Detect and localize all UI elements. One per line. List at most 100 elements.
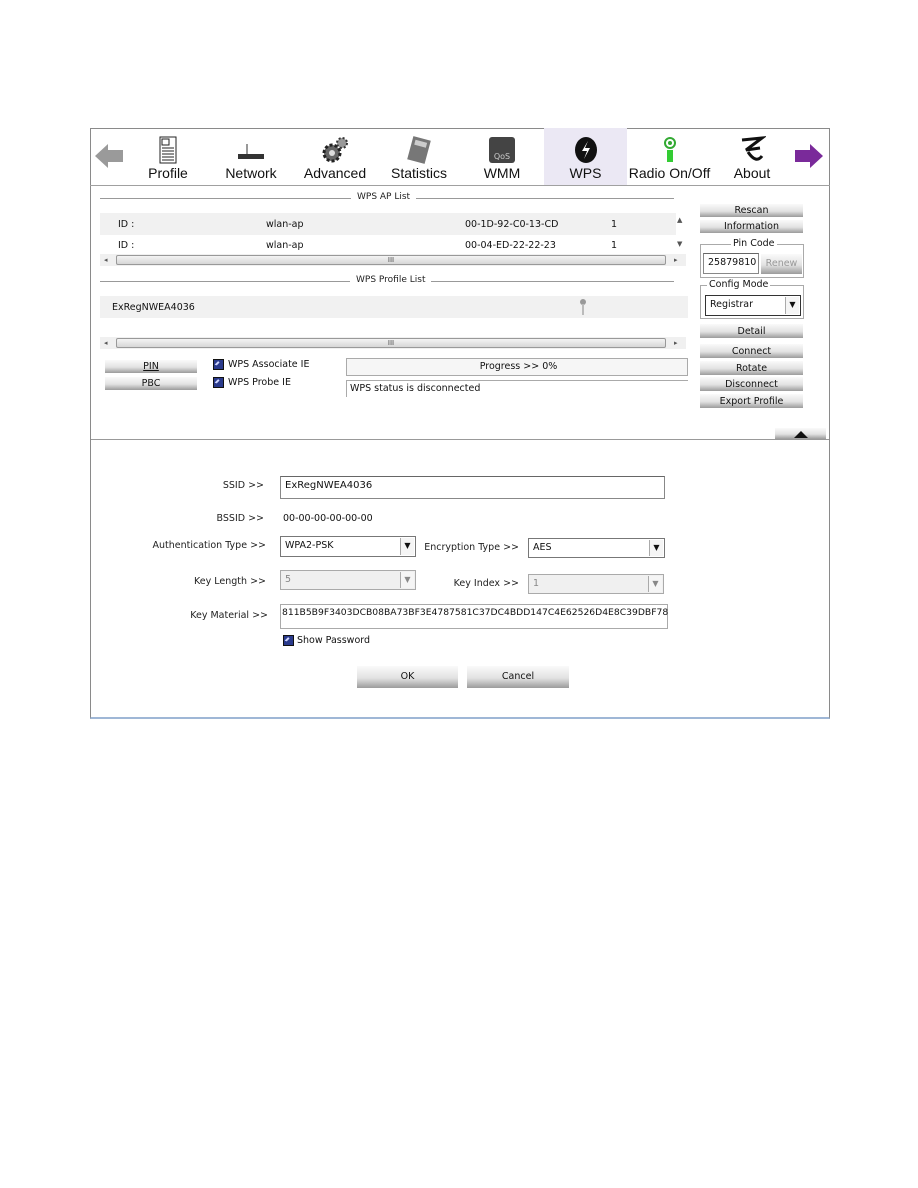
toolbar: Profile Network Advanced Statistics QoS … [90,128,830,186]
pin-code-label: Pin Code [731,238,777,249]
collapse-button[interactable] [775,428,826,439]
pin-button[interactable]: PIN [105,360,197,373]
ssid-field[interactable]: ExRegNWEA4036 [280,476,665,499]
scroll-thumb[interactable]: III [116,338,666,348]
disconnect-button[interactable]: Disconnect [700,377,803,391]
rotate-button[interactable]: Rotate [700,361,803,375]
ap-ssid: wlan-ap [266,240,304,251]
ssid-label: SSID >> [222,480,264,491]
detail-button[interactable]: Detail [700,324,803,338]
tab-statistics[interactable]: Statistics [382,128,456,185]
information-button[interactable]: Information [700,220,803,233]
calculator-icon [407,136,431,164]
chevron-down-icon: ▼ [400,538,414,555]
profile-name: ExRegNWEA4036 [112,302,195,313]
tab-label: Network [225,165,277,181]
wps-associate-ie-label: WPS Associate IE [228,359,310,370]
tab-profile[interactable]: Profile [135,128,201,185]
key-icon [580,299,586,315]
ap-id: ID : [118,240,135,251]
qos-icon: QoS [489,137,515,163]
about-icon [741,136,766,161]
profile-list-row[interactable]: ExRegNWEA4036 [100,296,688,318]
tab-wmm[interactable]: QoS WMM [468,128,536,185]
config-mode-select[interactable]: Registrar ▼ [705,295,801,316]
config-mode-label: Config Mode [707,279,771,290]
wps-probe-ie-label: WPS Probe IE [228,377,291,388]
forward-arrow-icon [795,144,823,168]
rescan-button[interactable]: Rescan [700,204,803,217]
show-password-label: Show Password [297,635,371,646]
connect-button[interactable]: Connect [700,344,803,358]
ap-list-row[interactable]: ID : wlan-ap 00-04-ED-22-22-23 1 [100,235,676,254]
ok-button[interactable]: OK [357,666,458,688]
bssid-label: BSSID >> [216,513,264,524]
config-mode-value: Registrar [710,299,753,310]
tab-label: Profile [148,165,188,181]
tab-label: Advanced [303,165,367,181]
gears-icon [322,137,348,163]
tab-about[interactable]: About [720,128,784,185]
encryption-type-value: AES [533,542,552,553]
progress-bar: Progress >> 0% [346,358,688,376]
tab-label: Statistics [390,165,447,181]
key-length-label: Key Length >> [194,576,266,587]
scroll-down-icon[interactable]: ▼ [677,240,682,248]
wps-probe-ie-checkbox[interactable] [213,377,224,388]
ap-channel: 1 [611,240,618,251]
ap-bssid: 00-1D-92-C0-13-CD [465,219,559,230]
scroll-up-icon[interactable]: ▲ [677,216,682,224]
chevron-down-icon: ▼ [785,297,799,314]
key-index-label: Key Index >> [453,578,519,589]
profile-list-title: WPS Profile List [350,275,432,285]
encryption-type-select[interactable]: AES ▼ [528,538,665,558]
tab-advanced[interactable]: Advanced [300,128,370,185]
chevron-down-icon: ▼ [648,576,662,592]
key-material-label: Key Material >> [190,610,268,621]
ap-list-title: WPS AP List [351,192,417,202]
key-length-value: 5 [285,574,292,585]
ap-list-hscrollbar[interactable]: ◂ III ▸ [100,254,686,266]
tab-label: WMM [483,165,521,181]
pbc-button[interactable]: PBC [105,377,197,390]
auth-type-select[interactable]: WPA2-PSK ▼ [280,536,416,557]
pin-code-field[interactable]: 25879810 [703,253,759,274]
tab-radio-on-off[interactable]: Radio On/Off [627,128,712,185]
progress-text: Progress >> 0% [479,361,558,372]
bssid-value: 00-00-00-00-00-00 [283,513,373,524]
auth-type-value: WPA2-PSK [285,540,334,551]
key-index-value: 1 [533,578,540,589]
tab-network[interactable]: Network [218,128,284,185]
auth-type-label: Authentication Type >> [152,540,266,551]
tab-label: About [733,165,771,181]
radio-icon [663,137,676,162]
ap-bssid: 00-04-ED-22-22-23 [465,240,556,251]
wps-associate-ie-checkbox[interactable] [213,359,224,370]
svg-text:QoS: QoS [494,152,510,161]
triangle-up-icon [793,431,808,438]
ap-ssid: wlan-ap [266,219,304,230]
chevron-down-icon: ▼ [400,572,414,588]
panel-divider [91,439,829,440]
renew-button[interactable]: Renew [761,254,802,274]
wps-status: WPS status is disconnected [346,380,688,397]
profile-list-hscrollbar[interactable]: ◂ III ▸ [100,337,686,349]
export-profile-button[interactable]: Export Profile [700,394,803,408]
profile-icon [159,136,177,164]
back-button[interactable] [92,128,126,185]
tab-label: WPS [569,165,602,181]
chevron-down-icon: ▼ [649,540,663,556]
tab-wps[interactable]: WPS [544,128,627,185]
ap-channel: 1 [611,219,618,230]
cancel-button[interactable]: Cancel [467,666,569,688]
forward-button[interactable] [792,128,826,185]
key-index-select[interactable]: 1 ▼ [528,574,664,594]
show-password-checkbox[interactable] [283,635,294,646]
encryption-type-label: Encryption Type >> [424,542,519,553]
scroll-thumb[interactable]: III [116,255,666,265]
key-material-field[interactable]: 811B5B9F3403DCB08BA73BF3E4787581C37DC4BD… [280,604,668,629]
ap-list-row[interactable]: ID : wlan-ap 00-1D-92-C0-13-CD 1 [100,213,676,235]
router-icon [238,144,264,159]
key-length-select[interactable]: 5 ▼ [280,570,416,590]
tab-label: Radio On/Off [628,165,711,181]
